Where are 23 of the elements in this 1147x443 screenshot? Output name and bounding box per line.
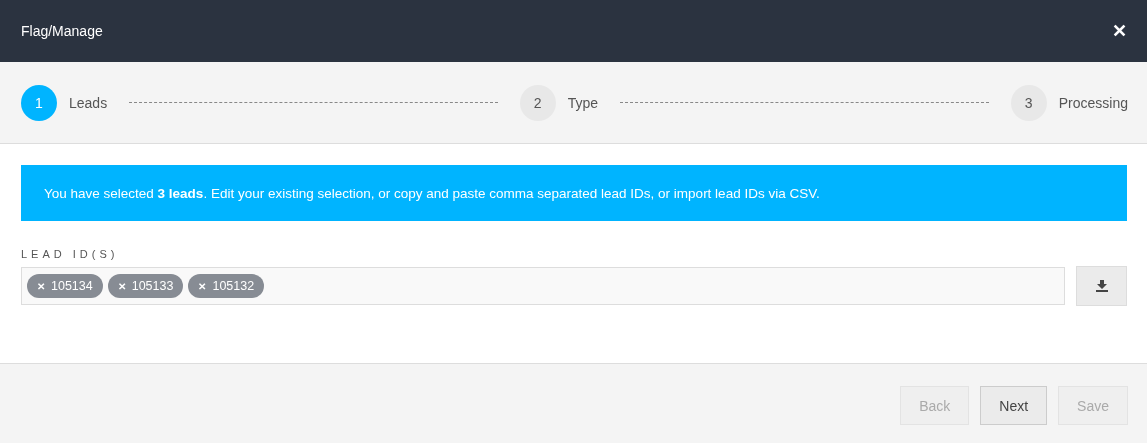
tag-value: 105134 — [51, 279, 93, 293]
notice-text: You have selected 3 leads. Edit your existing selection, or copy and paste comma separated lead IDs, or import lead IDs via CSV. — [44, 185, 820, 201]
footer-button[interactable]: Next — [980, 386, 1048, 425]
field-label: LEAD ID(S) — [21, 248, 120, 260]
tag-value: 105132 — [212, 279, 255, 293]
close-button[interactable]: ✕ — [1112, 20, 1127, 42]
window-title: Flag/Manage — [21, 23, 103, 39]
step-label: Processing — [1058, 94, 1128, 111]
step-label: Leads — [69, 94, 108, 111]
step-number: 3 — [1010, 84, 1047, 121]
lead-tag[interactable]: ✕ 105133 — [107, 274, 184, 298]
lead-tag[interactable]: ✕ 105132 — [188, 274, 265, 298]
input-field[interactable]: ✕ 105134 ✕ 105133 ✕ 105132 — [21, 267, 1065, 305]
remove-icon[interactable]: ✕ — [37, 280, 45, 292]
tag-value: 105133 — [131, 279, 174, 293]
lead-tag[interactable]: ✕ 105134 — [27, 274, 103, 298]
download-icon — [1095, 280, 1108, 292]
step-number: 1 — [21, 84, 57, 121]
step-label: Type — [567, 94, 599, 111]
remove-icon[interactable]: ✕ — [198, 280, 207, 292]
import-button[interactable] — [1076, 266, 1127, 306]
remove-icon[interactable]: ✕ — [117, 280, 126, 292]
step-number: 2 — [519, 84, 556, 121]
